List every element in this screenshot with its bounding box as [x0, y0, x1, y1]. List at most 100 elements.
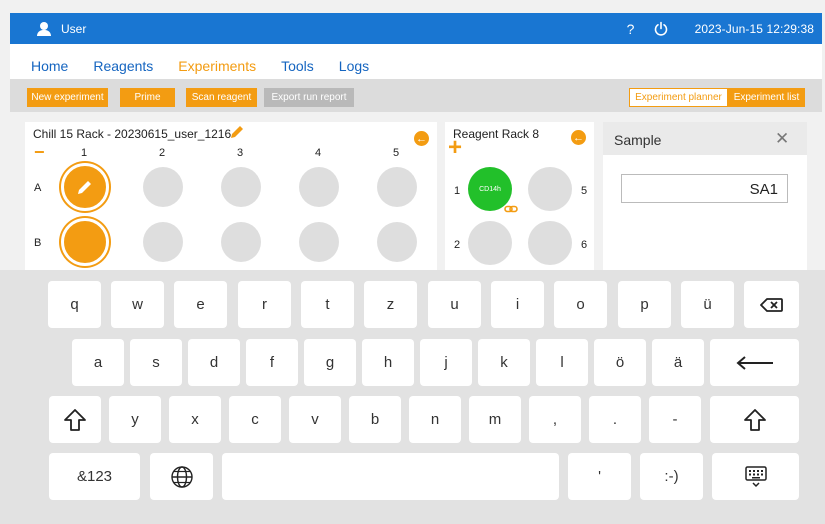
- add-reagent-button[interactable]: +: [448, 136, 462, 160]
- well-a4[interactable]: [299, 167, 339, 207]
- key-d[interactable]: d: [188, 339, 240, 386]
- nav-logs[interactable]: Logs: [339, 58, 369, 74]
- keyboard-hide-icon: [744, 465, 767, 487]
- key-f[interactable]: f: [246, 339, 298, 386]
- well-a1[interactable]: [61, 163, 109, 211]
- shift-icon: [64, 408, 86, 431]
- user-name: User: [61, 21, 87, 36]
- prime-button[interactable]: Prime: [120, 88, 175, 107]
- row-label: B: [34, 237, 42, 249]
- nav-tools[interactable]: Tools: [281, 58, 314, 74]
- column-label: 4: [315, 147, 322, 159]
- top-bar: User ? 2023-Jun-15 12:29:38: [10, 13, 822, 44]
- well-b2[interactable]: [143, 222, 183, 262]
- nav-home[interactable]: Home: [31, 58, 68, 74]
- key-z[interactable]: z: [364, 281, 417, 328]
- key-x[interactable]: x: [169, 396, 221, 443]
- back-arrow-icon[interactable]: ←: [571, 130, 586, 145]
- key-u[interactable]: u: [428, 281, 481, 328]
- backspace-icon: [759, 297, 783, 312]
- well-b5[interactable]: [377, 222, 417, 262]
- column-label: 3: [237, 147, 244, 159]
- key-comma[interactable]: ,: [529, 396, 581, 443]
- shift-left-key[interactable]: [49, 396, 101, 443]
- user-icon: [36, 21, 52, 36]
- reagent-tube-2[interactable]: [468, 221, 512, 265]
- well-a2[interactable]: [143, 167, 183, 207]
- help-button[interactable]: ?: [621, 21, 641, 37]
- position-label: 2: [454, 239, 461, 251]
- key-smiley[interactable]: :-): [640, 453, 703, 500]
- pencil-icon: [78, 181, 91, 194]
- row-label: A: [34, 182, 42, 194]
- reagent-rack-panel: Reagent Rack 8 ← + 1 5 2 6 CD14h: [445, 122, 594, 270]
- rack-minus-button[interactable]: −: [34, 142, 45, 163]
- shift-icon: [743, 408, 766, 431]
- key-b[interactable]: b: [349, 396, 401, 443]
- key-o-umlaut[interactable]: ö: [594, 339, 646, 386]
- reagent-tube-5[interactable]: [528, 167, 572, 211]
- power-icon[interactable]: [653, 21, 669, 37]
- backspace-key[interactable]: [744, 281, 799, 328]
- well-a3[interactable]: [221, 167, 261, 207]
- sample-input[interactable]: SA1: [621, 174, 788, 203]
- close-icon[interactable]: ✕: [775, 129, 789, 149]
- user-menu[interactable]: User: [36, 21, 87, 36]
- key-i[interactable]: i: [491, 281, 544, 328]
- sample-dialog-title: Sample: [614, 132, 662, 148]
- sample-input-value: SA1: [749, 181, 778, 198]
- key-k[interactable]: k: [478, 339, 530, 386]
- key-s[interactable]: s: [130, 339, 182, 386]
- key-y[interactable]: y: [109, 396, 161, 443]
- key-l[interactable]: l: [536, 339, 588, 386]
- key-m[interactable]: m: [469, 396, 521, 443]
- key-u-umlaut[interactable]: ü: [681, 281, 734, 328]
- key-p[interactable]: p: [618, 281, 671, 328]
- key-a[interactable]: a: [72, 339, 124, 386]
- key-w[interactable]: w: [111, 281, 164, 328]
- position-label: 5: [581, 185, 588, 197]
- key-h[interactable]: h: [362, 339, 414, 386]
- experiment-planner-button[interactable]: Experiment planner: [629, 88, 728, 107]
- action-bar: New experiment Prime Scan reagent Export…: [10, 79, 822, 112]
- tube-label: CD14h: [479, 185, 501, 193]
- reagent-tube-6[interactable]: [528, 221, 572, 265]
- key-a-umlaut[interactable]: ä: [652, 339, 704, 386]
- key-q[interactable]: q: [48, 281, 101, 328]
- key-n[interactable]: n: [409, 396, 461, 443]
- back-arrow-icon[interactable]: ←: [414, 131, 429, 146]
- space-key[interactable]: [222, 453, 559, 500]
- position-label: 6: [581, 239, 588, 251]
- key-t[interactable]: t: [301, 281, 354, 328]
- rack-title: Chill 15 Rack - 20230615_user_1216: [33, 127, 232, 141]
- export-run-report-button[interactable]: Export run report: [264, 88, 354, 107]
- new-experiment-button[interactable]: New experiment: [27, 88, 108, 107]
- nav-experiments[interactable]: Experiments: [178, 58, 256, 74]
- key-c[interactable]: c: [229, 396, 281, 443]
- edit-pencil-icon[interactable]: [229, 124, 245, 140]
- key-e[interactable]: e: [174, 281, 227, 328]
- chill-rack-panel: Chill 15 Rack - 20230615_user_1216 ← − 1…: [25, 122, 437, 270]
- key-r[interactable]: r: [238, 281, 291, 328]
- shift-right-key[interactable]: [710, 396, 799, 443]
- key-v[interactable]: v: [289, 396, 341, 443]
- nav-reagents[interactable]: Reagents: [93, 58, 153, 74]
- experiment-list-button[interactable]: Experiment list: [728, 88, 805, 107]
- language-key[interactable]: [150, 453, 213, 500]
- column-label: 5: [393, 147, 400, 159]
- well-b3[interactable]: [221, 222, 261, 262]
- scan-reagent-button[interactable]: Scan reagent: [186, 88, 257, 107]
- key-o[interactable]: o: [554, 281, 607, 328]
- key-period[interactable]: .: [589, 396, 641, 443]
- enter-key[interactable]: [710, 339, 799, 386]
- symbols-key[interactable]: &123: [49, 453, 140, 500]
- key-j[interactable]: j: [420, 339, 472, 386]
- enter-arrow-icon: [735, 355, 773, 370]
- key-hyphen[interactable]: -: [649, 396, 701, 443]
- well-b4[interactable]: [299, 222, 339, 262]
- well-a5[interactable]: [377, 167, 417, 207]
- key-g[interactable]: g: [304, 339, 356, 386]
- key-apostrophe[interactable]: ': [568, 453, 631, 500]
- well-b1[interactable]: [61, 218, 109, 266]
- hide-keyboard-key[interactable]: [712, 453, 799, 500]
